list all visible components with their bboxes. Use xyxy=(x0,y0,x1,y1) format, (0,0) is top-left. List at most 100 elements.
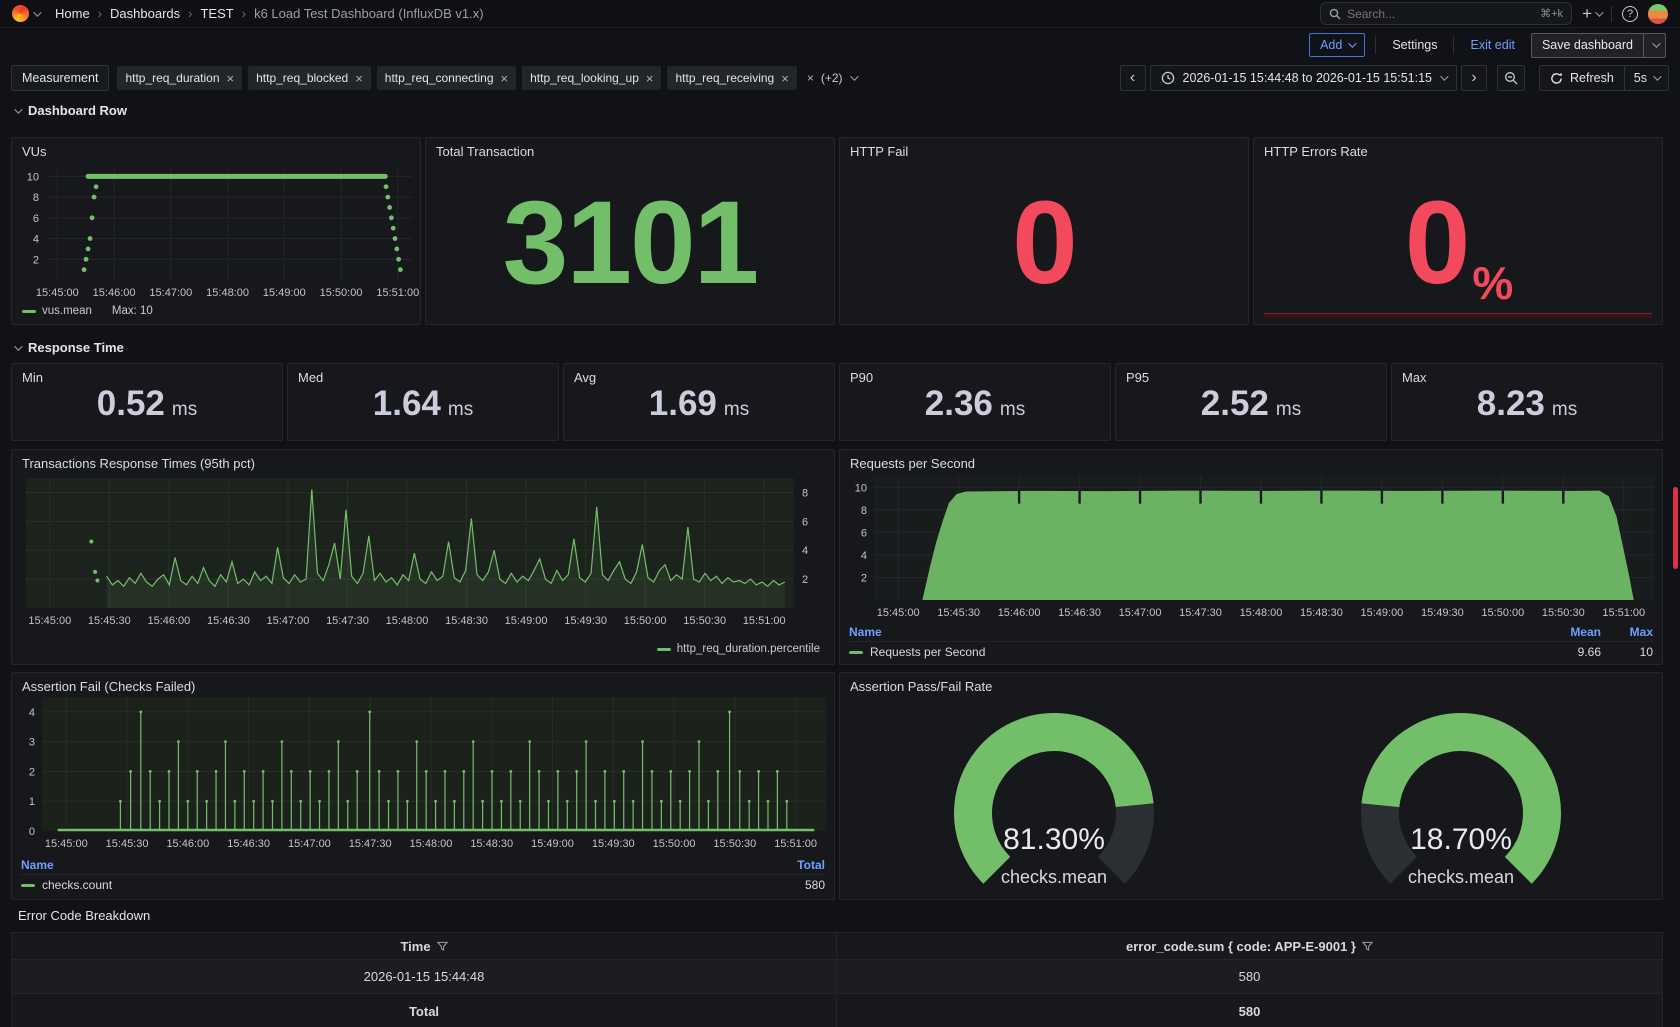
breadcrumb-home[interactable]: Home xyxy=(55,6,90,21)
panel-title[interactable]: Total Transaction xyxy=(436,144,534,159)
grafana-dashboard: Home › Dashboards › TEST › k6 Load Test … xyxy=(0,0,1680,1027)
svg-text:15:50:00: 15:50:00 xyxy=(1481,607,1524,619)
breadcrumb-separator-icon: › xyxy=(188,6,193,21)
add-panel-button[interactable]: Add xyxy=(1309,33,1366,57)
col-header-time[interactable]: Time xyxy=(11,933,837,959)
svg-text:15:46:30: 15:46:30 xyxy=(207,615,250,627)
svg-text:3: 3 xyxy=(29,737,35,749)
gauge-value: 81.30% xyxy=(1003,823,1105,856)
col-header-error-code[interactable]: error_code.sum { code: APP-E-9001 } xyxy=(837,933,1663,959)
total-value: 580 xyxy=(804,878,825,892)
section-response-time[interactable]: Response Time xyxy=(14,340,124,355)
measurement-label[interactable]: Measurement xyxy=(11,65,110,91)
cell-error-count: 580 xyxy=(837,960,1663,993)
add-menu-button[interactable]: + xyxy=(1582,4,1604,24)
filter-chip[interactable]: http_req_duration × xyxy=(117,66,243,90)
panel-title[interactable]: Med xyxy=(298,370,323,385)
filter-chip[interactable]: http_req_blocked × xyxy=(248,66,371,90)
filter-chip[interactable]: http_req_receiving × xyxy=(667,66,797,90)
filter-icon[interactable] xyxy=(1362,941,1373,952)
search-input[interactable] xyxy=(1347,6,1535,21)
legend-col-name[interactable]: Name xyxy=(849,625,1521,639)
legend-col-mean[interactable]: Mean xyxy=(1521,625,1601,639)
clear-filters-icon[interactable]: × xyxy=(807,71,814,85)
panel-title[interactable]: HTTP Errors Rate xyxy=(1264,144,1368,159)
panel-title[interactable]: P90 xyxy=(850,370,873,385)
svg-text:15:49:00: 15:49:00 xyxy=(263,287,306,299)
breadcrumb-dashboards[interactable]: Dashboards xyxy=(110,6,180,21)
refresh-icon xyxy=(1551,72,1562,84)
remove-filter-icon[interactable]: × xyxy=(646,71,654,86)
svg-text:15:50:30: 15:50:30 xyxy=(713,838,756,850)
svg-text:15:45:30: 15:45:30 xyxy=(106,838,149,850)
svg-text:15:45:30: 15:45:30 xyxy=(937,607,980,619)
remove-filter-icon[interactable]: × xyxy=(501,71,509,86)
panel-stat-med: Med 1.64 ms xyxy=(287,363,559,441)
svg-text:15:48:00: 15:48:00 xyxy=(206,287,249,299)
series-swatch xyxy=(656,647,671,651)
svg-text:15:48:00: 15:48:00 xyxy=(386,615,429,627)
panel-title[interactable]: Assertion Fail (Checks Failed) xyxy=(22,679,195,694)
stat-value: 2.36 ms xyxy=(924,384,1026,423)
legend-col-max[interactable]: Max xyxy=(1601,625,1653,639)
org-switcher-chevron-icon[interactable] xyxy=(33,7,42,17)
user-avatar[interactable] xyxy=(1648,3,1668,24)
svg-text:15:47:00: 15:47:00 xyxy=(1119,607,1162,619)
panel-title[interactable]: HTTP Fail xyxy=(850,144,908,159)
remove-filter-icon[interactable]: × xyxy=(355,71,363,86)
svg-text:15:48:30: 15:48:30 xyxy=(445,615,488,627)
clock-icon xyxy=(1161,71,1174,85)
panel-title[interactable]: Avg xyxy=(574,370,596,385)
page-scrollbar[interactable] xyxy=(1673,0,1679,1027)
panel-title[interactable]: Min xyxy=(22,370,43,385)
svg-text:15:45:00: 15:45:00 xyxy=(36,287,79,299)
filter-chip[interactable]: http_req_looking_up × xyxy=(522,66,662,90)
panel-assertion-pass-fail: Assertion Pass/Fail Rate 81.30% checks.m… xyxy=(839,672,1663,900)
legend-col-total[interactable]: Total xyxy=(773,858,825,872)
total-transaction-value: 3101 xyxy=(502,177,760,309)
search-box[interactable]: ⌘+k xyxy=(1320,2,1573,25)
svg-text:15:46:30: 15:46:30 xyxy=(227,838,270,850)
refresh-button[interactable]: Refresh xyxy=(1539,65,1625,91)
time-shift-back-button[interactable]: ‹ xyxy=(1119,65,1146,91)
zoom-out-button[interactable] xyxy=(1497,65,1526,91)
grafana-logo-icon[interactable] xyxy=(12,5,29,22)
more-filters-toggle[interactable]: × (+2) xyxy=(807,71,859,85)
remove-filter-icon[interactable]: × xyxy=(227,71,235,86)
panel-title[interactable]: Assertion Pass/Fail Rate xyxy=(850,679,992,694)
settings-button[interactable]: Settings xyxy=(1386,38,1443,52)
time-shift-forward-button[interactable]: › xyxy=(1461,65,1488,91)
exit-edit-button[interactable]: Exit edit xyxy=(1464,38,1520,52)
section-dashboard-row[interactable]: Dashboard Row xyxy=(14,103,127,118)
remove-filter-icon[interactable]: × xyxy=(781,71,789,86)
help-icon[interactable]: ? xyxy=(1622,5,1638,22)
series-label[interactable]: http_req_duration.percentile xyxy=(677,643,820,655)
save-dashboard-caret-button[interactable] xyxy=(1644,32,1666,58)
save-dashboard-button[interactable]: Save dashboard xyxy=(1530,32,1644,58)
svg-text:15:49:30: 15:49:30 xyxy=(592,838,635,850)
svg-text:2: 2 xyxy=(802,574,808,586)
series-label[interactable]: vus.mean xyxy=(42,305,92,317)
legend-col-name[interactable]: Name xyxy=(21,858,773,872)
edit-toolbar: Add Settings Exit edit Save dashboard xyxy=(0,28,1680,62)
breadcrumb-folder[interactable]: TEST xyxy=(200,6,233,21)
panel-title[interactable]: Max xyxy=(1402,370,1427,385)
svg-text:8: 8 xyxy=(802,487,808,499)
svg-text:4: 4 xyxy=(861,550,867,562)
svg-text:15:45:00: 15:45:00 xyxy=(877,607,920,619)
filter-icon[interactable] xyxy=(436,941,448,952)
scrollbar-thumb[interactable] xyxy=(1673,487,1678,569)
series-label[interactable]: Requests per Second xyxy=(870,645,985,659)
filter-chip[interactable]: http_req_connecting × xyxy=(376,66,517,90)
transactions-legend: http_req_duration.percentile xyxy=(656,643,820,655)
series-swatch xyxy=(21,883,35,887)
time-range-picker[interactable]: 2026-01-15 15:44:48 to 2026-01-15 15:51:… xyxy=(1149,65,1458,91)
panel-title[interactable]: VUs xyxy=(22,144,47,159)
svg-text:6: 6 xyxy=(802,516,808,528)
panel-title[interactable]: Transactions Response Times (95th pct) xyxy=(22,456,255,471)
panel-title[interactable]: P95 xyxy=(1126,370,1149,385)
panel-title[interactable]: Requests per Second xyxy=(850,456,975,471)
series-label[interactable]: checks.count xyxy=(42,878,112,892)
section-error-breakdown: Error Code Breakdown xyxy=(18,908,151,923)
refresh-interval-button[interactable]: 5s xyxy=(1624,65,1669,91)
